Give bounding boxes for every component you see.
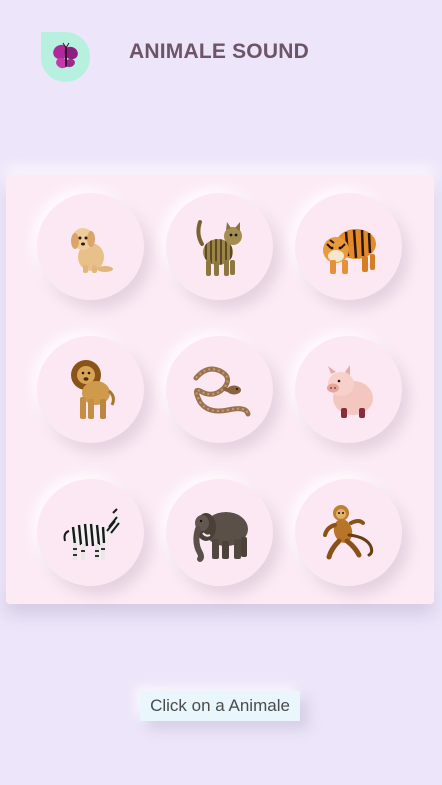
animal-button-zebra[interactable] [37,479,144,586]
status-message: Click on a Animale [140,691,300,721]
snake-icon [193,366,250,416]
tiger-icon [322,228,376,274]
animal-button-cat[interactable] [166,193,273,300]
cat-icon [195,219,242,276]
animal-button-pig[interactable] [295,336,402,443]
elephant-icon [192,511,248,562]
app-logo [41,32,90,82]
animal-button-monkey[interactable] [295,479,402,586]
dog-icon [70,227,113,273]
animal-button-tiger[interactable] [295,193,402,300]
pig-icon [326,364,373,418]
animal-board [6,175,434,604]
lion-icon [70,359,115,419]
animal-button-elephant[interactable] [166,479,273,586]
page-title: ANIMALE SOUND [129,40,309,63]
zebra-icon [63,507,121,560]
animal-button-lion[interactable] [37,336,144,443]
monkey-icon [322,504,373,559]
animal-button-dog[interactable] [37,193,144,300]
butterfly-icon [52,42,78,69]
animal-button-snake[interactable] [166,336,273,443]
